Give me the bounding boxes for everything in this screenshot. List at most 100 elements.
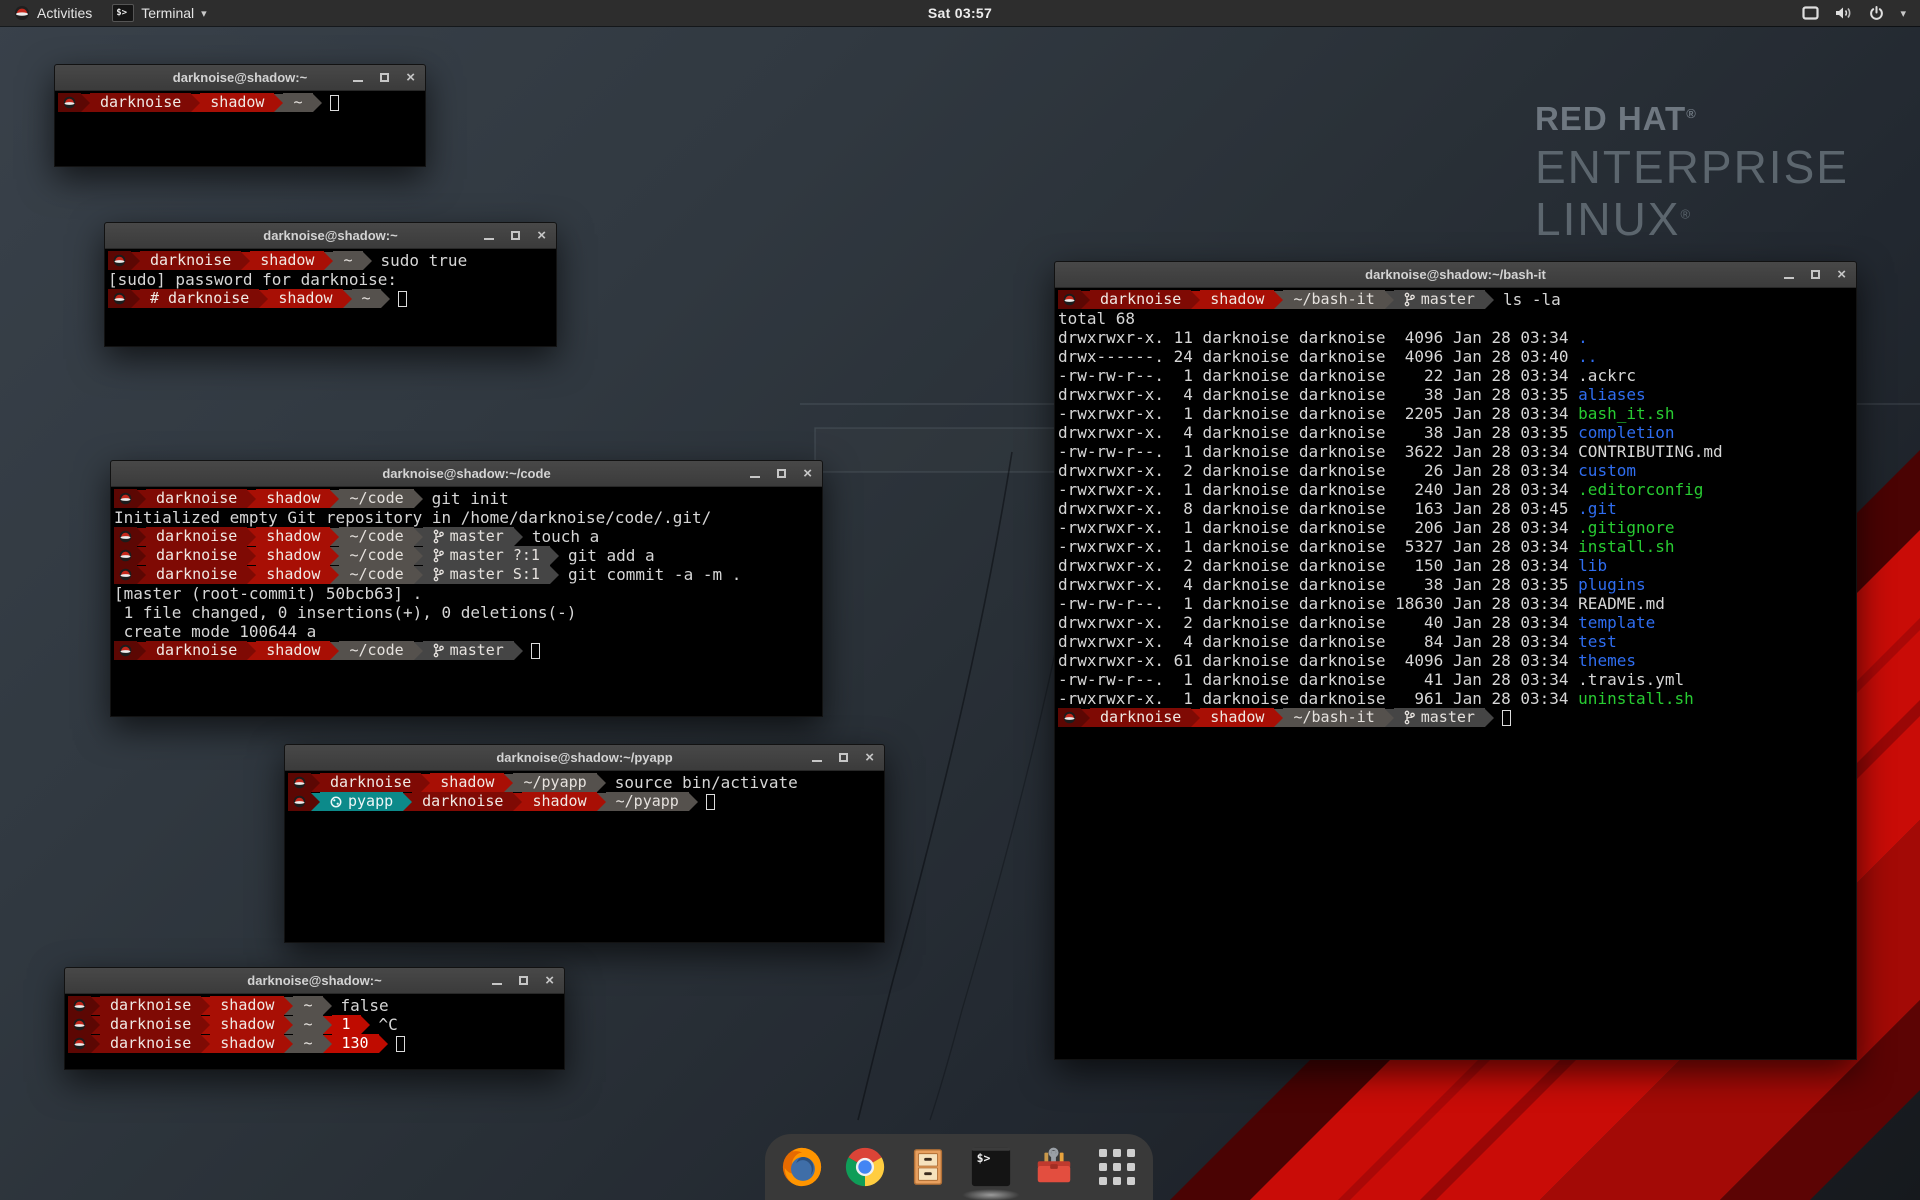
powerline-arrow <box>137 566 146 584</box>
terminal-content[interactable]: darknoiseshadow~sudo true[sudo] password… <box>106 250 555 345</box>
powerline-arrow <box>284 1016 293 1034</box>
minimize-button[interactable] <box>750 469 760 478</box>
powerline-arrow <box>137 642 146 660</box>
prompt-segment-host: shadow <box>256 565 330 584</box>
close-button[interactable]: × <box>406 73 415 83</box>
prompt-segment-path: ~/code <box>339 489 413 508</box>
prompt-segment-host: shadow <box>256 546 330 565</box>
redhat-icon <box>113 292 126 305</box>
window-titlebar[interactable]: darknoise@shadow:~/pyapp× <box>285 745 884 771</box>
prompt-segment-hat <box>114 527 137 546</box>
prompt-segment-host: shadow <box>1200 290 1274 309</box>
powerline-arrow <box>201 1035 210 1053</box>
powerline-arrow <box>597 774 606 792</box>
close-button[interactable]: × <box>865 753 874 763</box>
maximize-button[interactable] <box>777 469 786 478</box>
display-icon <box>1802 6 1819 20</box>
branch-icon <box>1404 710 1415 725</box>
prompt-segment-hat <box>1058 290 1081 309</box>
file-name: CONTRIBUTING.md <box>1578 442 1723 461</box>
file-attributes: drwxrwxr-x. 4 darknoise darknoise 84 Jan… <box>1058 632 1578 651</box>
app-grid-icon[interactable] <box>1094 1142 1140 1192</box>
prompt-segment-hat <box>58 93 81 112</box>
command-text: git commit -a -m . <box>559 565 741 584</box>
redhat-icon <box>119 644 132 657</box>
command-text: sudo true <box>372 251 468 270</box>
powerline-arrow <box>131 252 140 270</box>
powerline-arrow <box>1191 291 1200 309</box>
firefox-icon[interactable] <box>779 1142 825 1192</box>
prompt-segment-path: ~/bash-it <box>1283 290 1384 309</box>
terminal-content[interactable]: darknoiseshadow~/bash-itmasterls -latota… <box>1056 289 1855 1058</box>
close-button[interactable]: × <box>803 469 812 479</box>
powerline-arrow <box>247 642 256 660</box>
terminal-cursor <box>330 95 339 111</box>
prompt-segment-git: master <box>423 641 514 660</box>
window-titlebar[interactable]: darknoise@shadow:~/bash-it× <box>1055 262 1856 288</box>
maximize-button[interactable] <box>1811 270 1820 279</box>
window-title: darknoise@shadow:~ <box>247 973 381 988</box>
maximize-button[interactable] <box>839 753 848 762</box>
window-titlebar[interactable]: darknoise@shadow:~/code× <box>111 461 822 487</box>
window-titlebar[interactable]: darknoise@shadow:~× <box>105 223 556 249</box>
file-attributes: drwxrwxr-x. 4 darknoise darknoise 38 Jan… <box>1058 385 1578 404</box>
close-button[interactable]: × <box>545 976 554 986</box>
file-name: .ackrc <box>1578 366 1636 385</box>
prompt-segment-user: darknoise <box>100 996 201 1015</box>
maximize-button[interactable] <box>380 73 389 82</box>
ls-output-line: drwxrwxr-x. 4 darknoise darknoise 38 Jan… <box>1058 385 1853 404</box>
window-title: darknoise@shadow:~ <box>173 70 307 85</box>
prompt-segment-path: ~ <box>293 996 322 1015</box>
close-button[interactable]: × <box>1837 270 1846 280</box>
clock[interactable]: Sat 03:57 <box>928 5 992 21</box>
prompt-segment-user: darknoise <box>90 93 191 112</box>
software-toolbox-icon[interactable] <box>1031 1142 1077 1192</box>
prompt-segment-user: darknoise <box>146 527 247 546</box>
file-attributes: drwxrwxr-x. 2 darknoise darknoise 26 Jan… <box>1058 461 1578 480</box>
prompt-segment-user: darknoise <box>146 641 247 660</box>
terminal-cursor <box>1502 710 1511 726</box>
logo-enterprise: ENTERPRISE <box>1535 144 1849 190</box>
powerline-arrow <box>514 642 523 660</box>
file-attributes: -rwxrwxr-x. 1 darknoise darknoise 961 Ja… <box>1058 689 1578 708</box>
minimize-button[interactable] <box>353 73 363 82</box>
minimize-button[interactable] <box>492 976 502 985</box>
top-bar: Activities $> Terminal ▾ Sat 03:57 <box>0 0 1920 26</box>
powerline-arrow <box>1385 709 1394 727</box>
files-icon[interactable] <box>905 1142 951 1192</box>
redhat-icon <box>63 96 76 109</box>
maximize-button[interactable] <box>511 231 520 240</box>
ls-output-line: drwxrwxr-x. 4 darknoise darknoise 38 Jan… <box>1058 575 1853 594</box>
system-status-area[interactable]: ▾ <box>1802 0 1920 26</box>
command-text: false <box>332 996 389 1015</box>
file-name: .editorconfig <box>1578 480 1703 499</box>
terminal-content[interactable]: darknoiseshadow~/pyappsource bin/activat… <box>286 772 883 941</box>
ls-output-line: -rwxrwxr-x. 1 darknoise darknoise 2205 J… <box>1058 404 1853 423</box>
file-attributes: drwxrwxr-x. 4 darknoise darknoise 38 Jan… <box>1058 423 1578 442</box>
minimize-button[interactable] <box>812 753 822 762</box>
chrome-icon[interactable] <box>842 1142 888 1192</box>
terminal-output-line: 1 file changed, 0 insertions(+), 0 delet… <box>114 603 819 622</box>
powerline-arrow <box>247 547 256 565</box>
file-name: lib <box>1578 556 1607 575</box>
prompt-segment-hat <box>288 792 311 811</box>
ls-output-line: -rwxrwxr-x. 1 darknoise darknoise 206 Ja… <box>1058 518 1853 537</box>
file-name: uninstall.sh <box>1578 689 1694 708</box>
terminal-icon[interactable]: $> <box>968 1142 1014 1192</box>
terminal-content[interactable]: darknoiseshadow~/codegit initInitialized… <box>112 488 821 715</box>
branch-icon <box>433 643 444 658</box>
activities-button[interactable]: Activities <box>10 0 96 26</box>
powerline-arrow <box>330 490 339 508</box>
window-titlebar[interactable]: darknoise@shadow:~ × <box>55 65 425 91</box>
app-menu[interactable]: $> Terminal ▾ <box>104 0 214 26</box>
window-titlebar[interactable]: darknoise@shadow:~ × <box>65 968 564 994</box>
close-button[interactable]: × <box>537 231 546 241</box>
terminal-content[interactable]: darknoiseshadow~falsedarknoiseshadow~1^C… <box>66 995 563 1068</box>
prompt-segment-path: ~/pyapp <box>513 773 596 792</box>
minimize-button[interactable] <box>1784 270 1794 279</box>
minimize-button[interactable] <box>484 231 494 240</box>
terminal-content[interactable]: darknoiseshadow~ <box>56 92 424 165</box>
maximize-button[interactable] <box>519 976 528 985</box>
file-attributes: -rw-rw-r--. 1 darknoise darknoise 3622 J… <box>1058 442 1578 461</box>
powerline-arrow <box>330 528 339 546</box>
